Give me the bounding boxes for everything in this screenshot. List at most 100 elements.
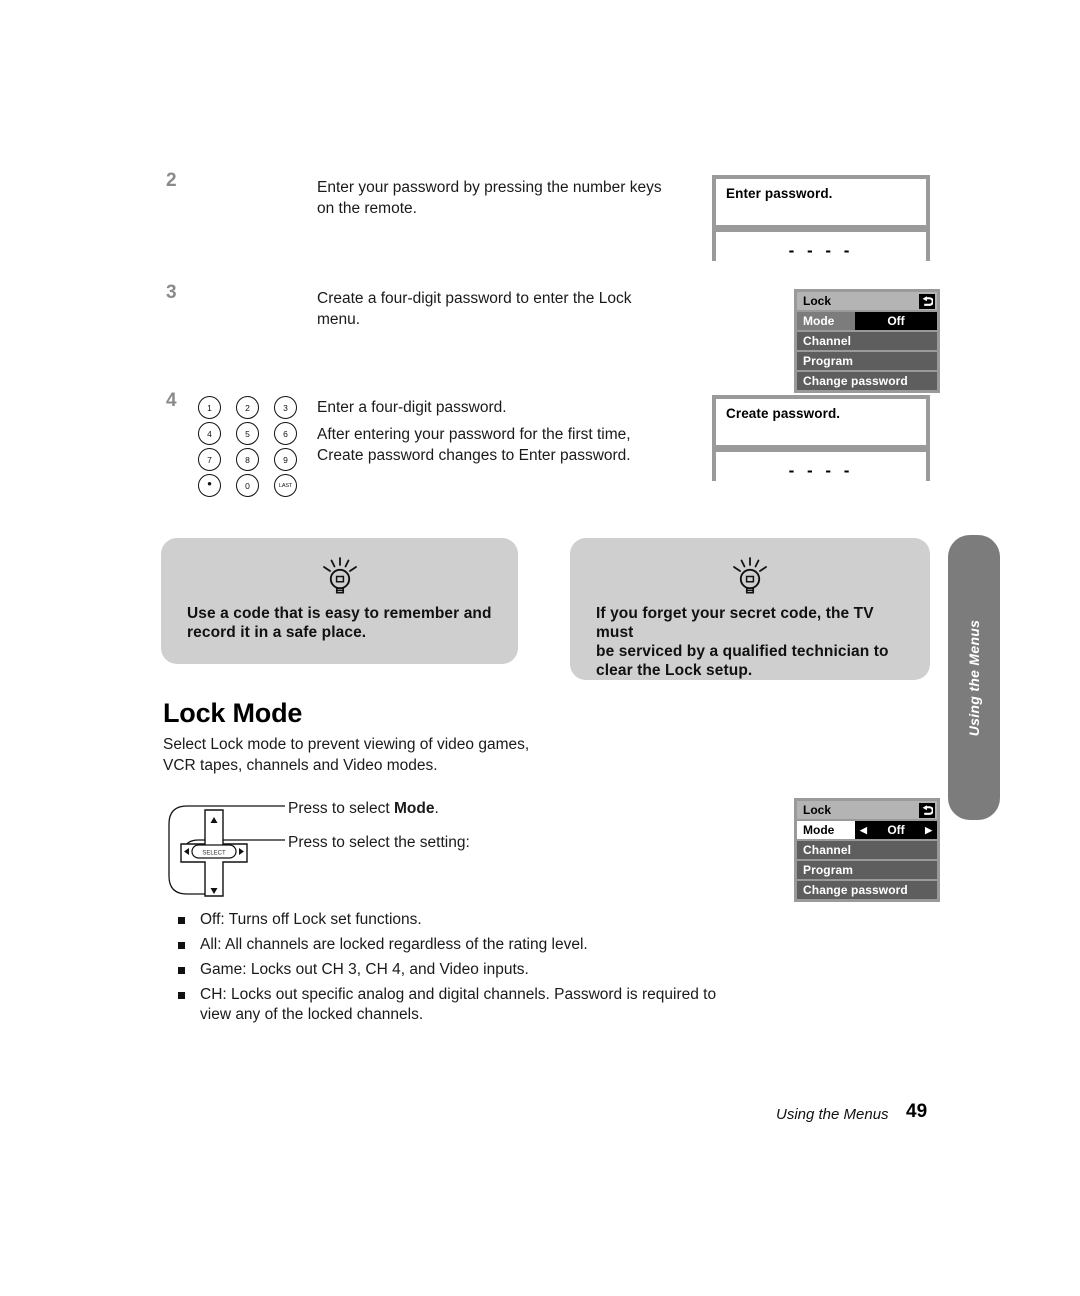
lock-menu-item-label: Change password	[803, 883, 908, 897]
lock-menu-item-change-password[interactable]: Change password	[797, 372, 937, 390]
keypad-key-last[interactable]: LAST	[274, 474, 297, 497]
remote-number-keypad: 1 2 3 4 5 6 7 8 9 • 0 LAST	[198, 396, 312, 500]
osd-dialog-separator	[716, 445, 926, 452]
return-arrow-icon[interactable]	[919, 293, 935, 309]
step-2-line-1: Enter your password by pressing the numb…	[317, 179, 662, 196]
list-item-line-1: CH: Locks out specific analog and digita…	[200, 986, 717, 1003]
dpad-callout-1-bold: Mode	[393, 800, 435, 817]
chevron-right-icon[interactable]: ▶	[925, 825, 932, 835]
lightbulb-icon	[596, 556, 904, 598]
footer-section-label: Using the Menus	[776, 1106, 889, 1123]
keypad-key-5[interactable]: 5	[236, 422, 259, 445]
keypad-key-6[interactable]: 6	[274, 422, 297, 445]
osd-password-dashes: - - - -	[788, 461, 854, 480]
step-number-4: 4	[166, 390, 177, 411]
list-item-text: Game: Locks out CH 3, CH 4, and Video in…	[200, 961, 529, 978]
lock-menu-mode-value: Off	[855, 312, 937, 330]
list-item-text: Off: Turns off Lock set functions.	[200, 911, 422, 928]
list-item: Game: Locks out CH 3, CH 4, and Video in…	[178, 960, 738, 980]
keypad-key-3[interactable]: 3	[274, 396, 297, 419]
tip-line: If you forget your secret code, the TV m…	[596, 605, 874, 641]
keypad-key-4[interactable]: 4	[198, 422, 221, 445]
footer-page-number: 49	[906, 1101, 928, 1122]
lock-menu-header: Lock	[797, 801, 937, 819]
tip-line: clear the Lock setup.	[596, 662, 753, 679]
lock-menu-mode-value-selector[interactable]: ◀ Off ▶	[855, 821, 937, 839]
chevron-left-icon[interactable]: ◀	[860, 825, 867, 835]
lock-menu-mode-value: Off	[887, 823, 905, 837]
lock-menu-item-program[interactable]: Program	[797, 861, 937, 879]
keypad-key-7[interactable]: 7	[198, 448, 221, 471]
lock-menu-title: Lock	[803, 803, 832, 817]
step-4-text-secondary: After entering your password for the fir…	[317, 425, 687, 466]
bullet-square-icon	[178, 917, 185, 924]
lock-menu-item-label: Program	[803, 863, 854, 877]
lock-menu-mode-row[interactable]: Mode Off	[797, 312, 937, 330]
tip-box-1-text: Use a code that is easy to remember and …	[187, 604, 492, 642]
tip-box-2-text: If you forget your secret code, the TV m…	[596, 604, 904, 680]
step-2-text: Enter your password by pressing the numb…	[317, 178, 677, 219]
osd-create-password-dialog: Create password. - - - -	[712, 395, 930, 496]
osd-enter-password-dialog: Enter password. - - - -	[712, 175, 930, 276]
lock-menu-header: Lock	[797, 292, 937, 310]
osd-dialog-entry-row: - - - -	[716, 232, 926, 276]
tip-box-1: Use a code that is easy to remember and …	[161, 538, 518, 664]
section-intro: Select Lock mode to prevent viewing of v…	[163, 735, 593, 776]
dpad-select-label: SELECT	[202, 851, 226, 857]
lock-menu-mode-row[interactable]: Mode ◀ Off ▶	[797, 821, 937, 839]
list-item: CH: Locks out specific analog and digita…	[178, 985, 738, 1025]
lock-menu-item-change-password[interactable]: Change password	[797, 881, 937, 899]
lock-menu-mode-label: Mode	[803, 314, 835, 328]
dpad-callout-1-post: .	[434, 800, 439, 817]
step-3-text: Create a four-digit password to enter th…	[317, 289, 677, 330]
dpad-diagram: SELECT	[163, 800, 288, 900]
lightbulb-icon	[187, 556, 492, 598]
return-arrow-icon[interactable]	[919, 802, 935, 818]
list-item: Off: Turns off Lock set functions.	[178, 910, 738, 930]
osd-password-dashes: - - - -	[788, 241, 854, 260]
keypad-key-2[interactable]: 2	[236, 396, 259, 419]
list-item: All: All channels are locked regardless …	[178, 935, 738, 955]
osd-dialog-title-row: Create password.	[716, 399, 926, 445]
lock-menu-item-label: Program	[803, 354, 854, 368]
bullet-square-icon	[178, 942, 185, 949]
bullet-square-icon	[178, 992, 185, 999]
step-3-line-2: menu.	[317, 310, 361, 328]
lock-menu-item-channel[interactable]: Channel	[797, 841, 937, 859]
list-item-line-2: view any of the locked channels.	[200, 1006, 424, 1023]
step-4-note-line-1: After entering your password for the fir…	[317, 426, 631, 443]
page-title: Lock Mode	[163, 698, 303, 728]
osd-dialog-title-row: Enter password.	[716, 179, 926, 225]
section-intro-line-1: Select Lock mode to prevent viewing of v…	[163, 736, 530, 753]
manual-page: 2 Enter your password by pressing the nu…	[0, 0, 1080, 1296]
lock-menu-item-label: Channel	[803, 334, 852, 348]
lock-menu-item-channel[interactable]: Channel	[797, 332, 937, 350]
dpad-callout-2: Press to select the setting:	[288, 834, 470, 851]
keypad-key-0[interactable]: 0	[236, 474, 259, 497]
tip-line: record it in a safe place.	[187, 624, 367, 641]
list-item-text: CH: Locks out specific analog and digita…	[200, 985, 738, 1025]
step-4-line-1: Enter a four-digit password.	[317, 399, 507, 416]
bullet-square-icon	[178, 967, 185, 974]
step-3-line-1: Create a four-digit password to enter th…	[317, 290, 632, 307]
dpad-callout-1: Press to select Mode.	[288, 799, 588, 820]
side-tab-label: Using the Menus	[966, 619, 982, 736]
lock-mode-options-list: Off: Turns off Lock set functions. All: …	[178, 910, 738, 1030]
section-intro-line-2: VCR tapes, channels and Video modes.	[163, 756, 438, 774]
osd-dialog-entry-row: - - - -	[716, 452, 926, 496]
step-2-line-2: on the remote.	[317, 199, 417, 217]
side-tab-using-the-menus: Using the Menus	[948, 535, 1000, 820]
lock-menu-top: Lock Mode Off Channel Program Change pas…	[794, 289, 940, 393]
keypad-key-1[interactable]: 1	[198, 396, 221, 419]
keypad-key-dot[interactable]: •	[198, 474, 221, 497]
lock-menu-item-label: Change password	[803, 374, 908, 388]
lock-menu-bottom: Lock Mode ◀ Off ▶ Channel Program Change…	[794, 798, 940, 902]
lock-menu-item-program[interactable]: Program	[797, 352, 937, 370]
lock-menu-mode-label: Mode	[803, 823, 835, 837]
keypad-key-8[interactable]: 8	[236, 448, 259, 471]
dpad-callout-1-pre: Press to select	[288, 800, 394, 817]
keypad-key-9[interactable]: 9	[274, 448, 297, 471]
tip-line: Use a code that is easy to remember and	[187, 605, 492, 622]
tip-box-2: If you forget your secret code, the TV m…	[570, 538, 930, 680]
step-4-note-line-2: Create password changes to Enter passwor…	[317, 446, 631, 464]
